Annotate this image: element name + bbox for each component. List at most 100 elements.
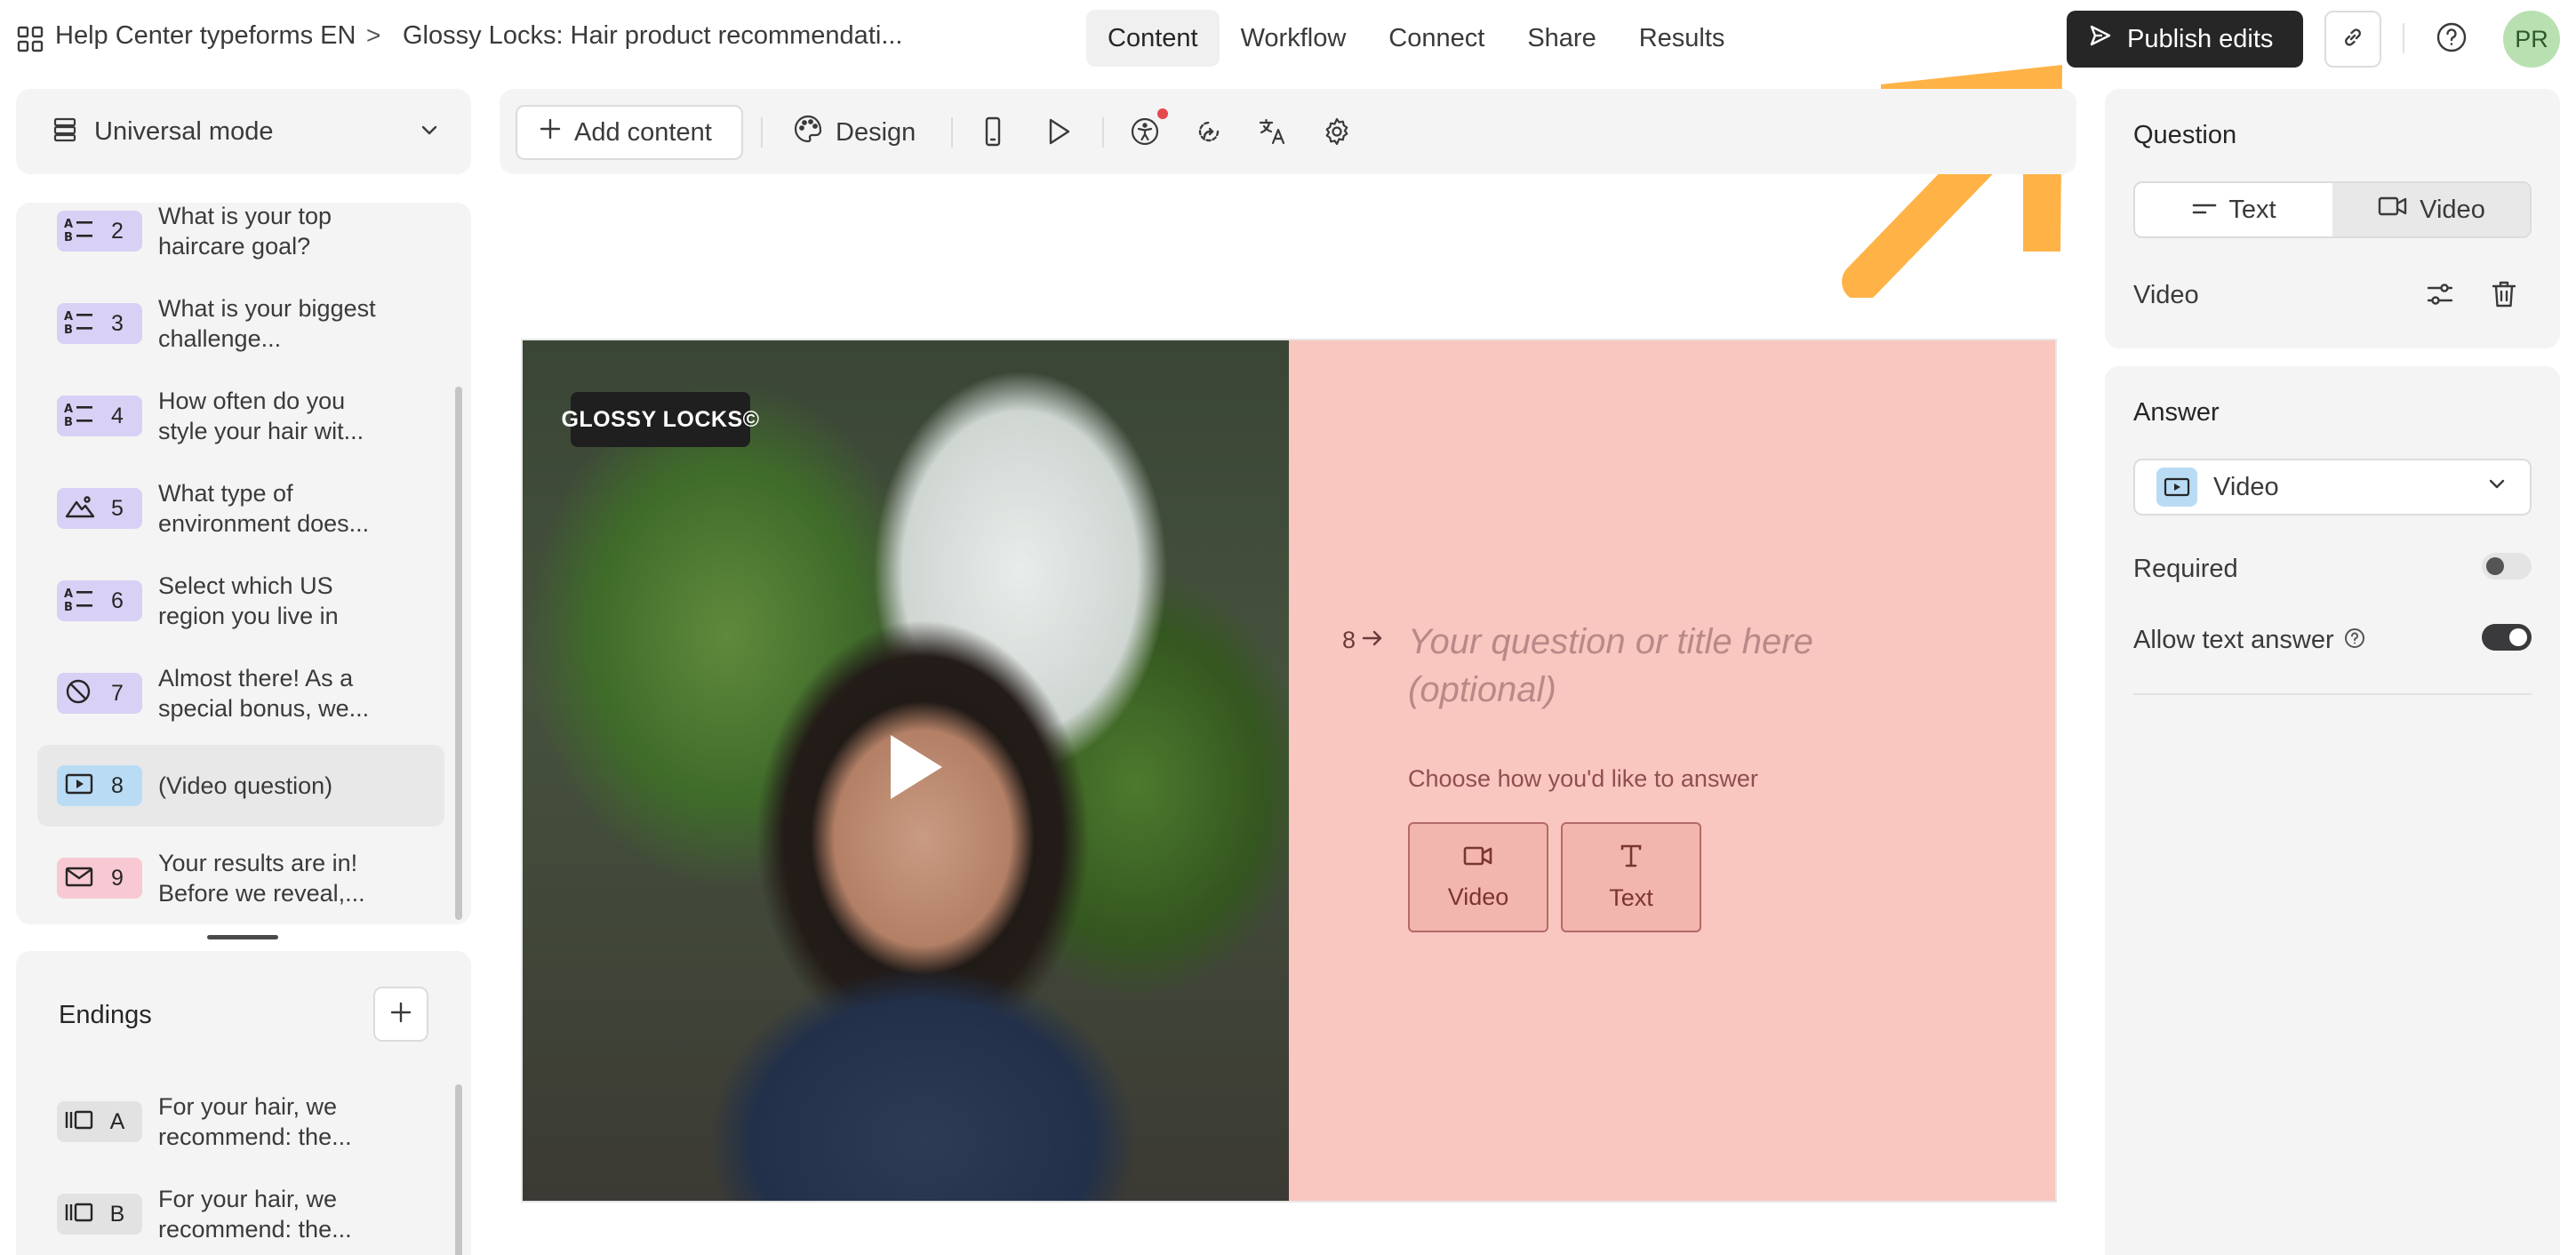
question-badge: 9	[57, 858, 142, 899]
allow-text-label: Allow text answer	[2133, 626, 2334, 654]
no-entry-icon	[64, 678, 96, 709]
allow-text-toggle[interactable]	[2482, 624, 2532, 651]
question-item-7[interactable]: 7 Almost there! As a special bonus, we..…	[37, 652, 444, 734]
info-help-icon[interactable]	[2343, 627, 2366, 654]
ending-letter: A	[109, 1108, 125, 1134]
copy-link-button[interactable]	[2324, 11, 2381, 68]
tab-results[interactable]: Results	[1618, 10, 1747, 67]
question-number: 4	[111, 403, 124, 428]
video-answer-button[interactable]: Video	[1408, 822, 1548, 932]
logic-icon[interactable]	[1192, 115, 1226, 148]
question-item-3[interactable]: AB 3 What is your biggest challenge...	[37, 283, 444, 364]
play-icon[interactable]	[884, 731, 946, 803]
question-text: How often do you style your hair wit...	[158, 388, 364, 444]
format-video-option[interactable]: Video	[2332, 183, 2530, 236]
question-list-panel: AB 2 What is your top haircare goal? AB …	[16, 203, 471, 924]
avatar[interactable]: PR	[2503, 11, 2560, 68]
adjust-sliders-icon[interactable]	[2425, 279, 2455, 314]
translate-icon[interactable]	[1256, 115, 1290, 148]
question-list-scrollbar[interactable]	[455, 387, 462, 920]
text-answer-label: Text	[1609, 884, 1653, 911]
video-answer-label: Video	[1447, 883, 1509, 910]
apps-grid-icon[interactable]	[16, 25, 44, 53]
ending-badge: A	[57, 1101, 142, 1142]
short-text-icon	[2191, 196, 2218, 225]
help-button[interactable]	[2434, 21, 2469, 57]
question-text: (Video question)	[158, 772, 333, 799]
question-number: 8	[1342, 627, 1356, 653]
video-preview[interactable]: GLOSSY LOCKS©	[523, 340, 1289, 1201]
question-text: What is your top haircare goal?	[158, 203, 332, 260]
question-text: What type of environment does...	[158, 480, 370, 537]
toolbar-divider	[951, 117, 953, 148]
question-number-label: 8	[1342, 627, 1384, 654]
mobile-preview-icon[interactable]	[976, 115, 1010, 148]
tab-share[interactable]: Share	[1506, 10, 1617, 67]
accessibility-icon[interactable]	[1128, 115, 1162, 148]
answer-type-value: Video	[2213, 472, 2279, 501]
layers-icon	[52, 116, 78, 148]
answer-type-select[interactable]: Video	[2133, 459, 2532, 516]
question-item-9[interactable]: 9 Your results are in! Before we reveal,…	[37, 837, 444, 919]
top-divider	[2403, 23, 2404, 53]
text-answer-button[interactable]: Text	[1561, 822, 1701, 932]
design-button[interactable]: Design	[793, 105, 916, 160]
question-item-8[interactable]: 8 (Video question)	[37, 745, 444, 827]
question-number: 8	[111, 772, 124, 798]
required-label: Required	[2133, 555, 2238, 583]
question-text: What is your biggest challenge...	[158, 295, 376, 352]
endings-scrollbar[interactable]	[455, 1084, 462, 1255]
required-toggle[interactable]	[2482, 553, 2532, 580]
question-content: 8 Your question or title here (optional)…	[1289, 340, 2055, 1201]
design-label: Design	[836, 117, 916, 147]
tab-connect[interactable]: Connect	[1367, 10, 1506, 67]
multiple-choice-icon: AB	[64, 308, 96, 340]
question-badge: AB 6	[57, 580, 142, 621]
ending-item-b[interactable]: B For your hair, we recommend: the...	[37, 1173, 444, 1255]
publish-edits-button[interactable]: Publish edits	[2067, 11, 2303, 68]
ending-item-a[interactable]: A For your hair, we recommend: the...	[37, 1081, 444, 1163]
tab-workflow[interactable]: Workflow	[1220, 10, 1368, 67]
ending-text: For your hair, we recommend: the...	[158, 1186, 352, 1243]
play-preview-icon[interactable]	[1042, 115, 1076, 148]
trash-icon[interactable]	[2489, 279, 2519, 314]
question-settings-title: Question	[2133, 121, 2237, 149]
breadcrumb-form-title[interactable]: Glossy Locks: Hair product recommendati.…	[403, 21, 902, 51]
toggle-knob	[2509, 628, 2527, 646]
multiple-choice-icon: AB	[64, 216, 96, 247]
settings-gear-icon[interactable]	[1320, 115, 1354, 148]
question-badge: 8	[57, 765, 142, 806]
question-number: 2	[111, 218, 124, 244]
question-item-5[interactable]: 5 What type of environment does...	[37, 468, 444, 549]
question-canvas: GLOSSY LOCKS© 8 Your question or title h…	[521, 339, 2057, 1203]
answer-settings-panel: Answer Video Required Allow text answer	[2105, 366, 2560, 1255]
toolbar-divider	[761, 117, 763, 148]
top-bar: Help Center typeforms EN > Glossy Locks:…	[0, 0, 2576, 78]
question-badge: AB 4	[57, 396, 142, 436]
arrow-right-icon	[1361, 627, 1384, 654]
add-ending-button[interactable]	[373, 987, 428, 1042]
question-item-4[interactable]: AB 4 How often do you style your hair wi…	[37, 375, 444, 457]
ending-icon	[64, 1107, 96, 1138]
video-setting-label: Video	[2133, 281, 2199, 309]
ending-icon	[64, 1199, 96, 1230]
brand-logo: GLOSSY LOCKS©	[561, 392, 759, 447]
video-camera-icon	[1462, 843, 1494, 875]
mode-selector[interactable]: Universal mode	[16, 89, 471, 174]
panel-resize-handle[interactable]	[207, 935, 278, 939]
question-title-placeholder[interactable]: Your question or title here (optional)	[1408, 618, 1941, 714]
svg-text:B: B	[64, 231, 73, 243]
notification-dot	[1157, 108, 1168, 119]
add-content-button[interactable]: Add content	[516, 105, 743, 160]
tab-content[interactable]: Content	[1086, 10, 1220, 67]
section-divider	[2133, 693, 2532, 695]
svg-text:A: A	[64, 218, 73, 231]
publish-edits-label: Publish edits	[2127, 24, 2274, 53]
question-item-6[interactable]: AB 6 Select which US region you live in	[37, 560, 444, 642]
question-item-2[interactable]: AB 2 What is your top haircare goal?	[37, 203, 444, 272]
breadcrumb-workspace[interactable]: Help Center typeforms EN	[55, 21, 356, 51]
main-nav: Content Workflow Connect Share Results	[1086, 10, 1746, 67]
svg-text:B: B	[64, 601, 73, 612]
question-badge: AB 2	[57, 211, 142, 252]
format-text-option[interactable]: Text	[2135, 183, 2332, 236]
